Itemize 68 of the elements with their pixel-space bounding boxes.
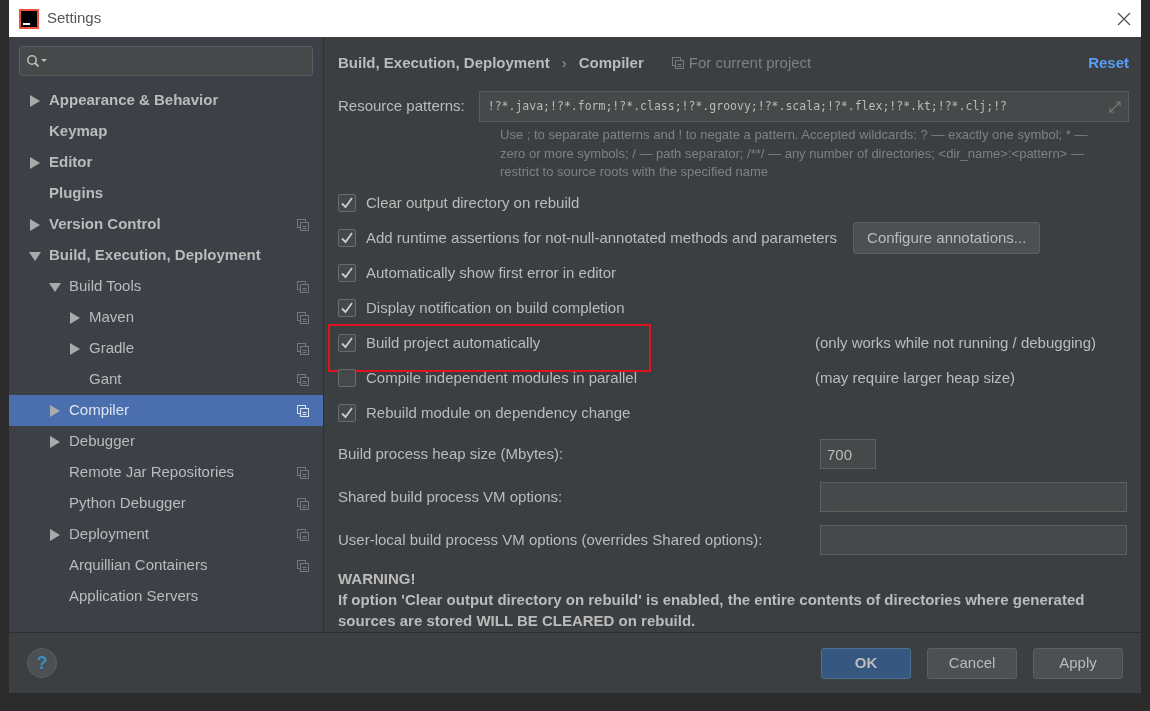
project-scope-icon <box>671 57 684 69</box>
tree-item[interactable]: Keymap <box>9 116 323 147</box>
checkbox[interactable] <box>338 299 356 317</box>
field-label: User-local build process VM options (overrides Shared options): <box>338 529 764 550</box>
tree-item[interactable]: Arquillian Containers <box>9 550 323 581</box>
tree-item[interactable]: Application Servers <box>9 581 323 612</box>
vm-options-field[interactable] <box>820 482 1127 512</box>
field-label: Shared build process VM options: <box>338 486 564 507</box>
tree-item[interactable]: Version Control <box>9 209 323 240</box>
tree-item[interactable]: Maven <box>9 302 323 333</box>
note-text: (only works while not running / debugging) <box>815 332 1096 353</box>
heap-size-field[interactable]: 700 <box>820 439 876 469</box>
tree-item[interactable]: Compiler <box>9 395 323 426</box>
expand-arrow-icon[interactable] <box>49 528 61 541</box>
scope-text: For current project <box>688 52 812 73</box>
hint-text: Use ; to separate patterns and ! to negate a pattern. Accepted wildcards: ? — exactly one symbol; * — zero or more symbols; / — path separator; /**/ — any number of directories; <dir_name>:<pattern> — restrict to source roots with the specified name <box>500 126 1089 181</box>
checkbox[interactable] <box>338 264 356 282</box>
tree-item[interactable]: Appearance & Behavior <box>9 85 323 116</box>
expand-arrow-icon[interactable] <box>49 435 61 448</box>
tree-item[interactable]: Editor <box>9 147 323 178</box>
checkbox-label: Add runtime assertions for not-null-annotated methods and parameters <box>366 227 838 248</box>
warning-title: WARNING! <box>338 568 417 589</box>
checkbox-label: Build project automatically <box>366 332 541 353</box>
breadcrumb-item: Compiler <box>578 52 644 73</box>
checkbox[interactable] <box>338 404 356 422</box>
ok-button[interactable]: OK <box>821 647 911 679</box>
vm-options-field[interactable] <box>820 525 1127 555</box>
apply-button[interactable]: Apply <box>1033 647 1123 679</box>
tree-item[interactable]: Remote Jar Repositories <box>9 457 323 488</box>
separator-icon: › <box>561 51 567 75</box>
reset-link[interactable]: Reset <box>1088 51 1129 75</box>
window-title: Settings <box>47 8 102 29</box>
checkbox-label: Compile independent modules in parallel <box>366 367 637 388</box>
tree-item[interactable]: Deployment <box>9 519 323 550</box>
checkbox-label: Automatically show first error in editor <box>366 262 617 283</box>
checkbox-label: Display notification on build completion <box>366 297 625 318</box>
checkbox-label: Rebuild module on dependency change <box>366 402 631 423</box>
checkbox[interactable] <box>338 194 356 212</box>
expand-arrow-icon[interactable] <box>29 156 41 169</box>
field-label: Build process heap size (Mbytes): <box>338 443 565 464</box>
search-icon[interactable] <box>26 54 48 68</box>
note-text: (may require larger heap size) <box>815 367 1016 388</box>
collapse-arrow-icon[interactable] <box>29 249 41 262</box>
resource-patterns-field[interactable]: !?*.java;!?*.form;!?*.class;!?*.groovy;!?*.scala;!?*.flex;!?*.kt;!?*.clj;!? <box>478 91 1129 122</box>
tree-item[interactable]: Gant <box>9 364 323 395</box>
tree-item[interactable]: Build, Execution, Deployment <box>9 240 323 271</box>
collapse-arrow-icon[interactable] <box>49 280 61 293</box>
close-icon[interactable] <box>1117 11 1131 26</box>
checkbox-label: Clear output directory on rebuild <box>366 192 580 213</box>
breadcrumb-item: Build, Execution, Deployment <box>338 52 550 73</box>
checkbox[interactable] <box>338 334 356 352</box>
cancel-button[interactable]: Cancel <box>927 647 1017 679</box>
tree-item[interactable]: Plugins <box>9 178 323 209</box>
search-field[interactable] <box>19 46 313 76</box>
tree-item[interactable]: Gradle <box>9 333 323 364</box>
warning-text: If option 'Clear output directory on rebuild' is enabled, the entire contents of directories where generated sources are stored WILL BE CLEARED on rebuild. <box>338 589 1086 631</box>
checkbox[interactable] <box>338 229 356 247</box>
app-logo-icon <box>19 8 39 29</box>
field-label: Resource patterns: <box>338 96 465 117</box>
expand-arrow-icon[interactable] <box>69 342 81 355</box>
tree-item[interactable]: Python Debugger <box>9 488 323 519</box>
tree-item[interactable]: Build Tools <box>9 271 323 302</box>
tree-item[interactable]: Debugger <box>9 426 323 457</box>
expand-arrow-icon[interactable] <box>69 311 81 324</box>
checkbox[interactable] <box>338 369 356 387</box>
expand-arrow-icon[interactable] <box>29 94 41 107</box>
configure-annotations-button[interactable]: Configure annotations... <box>853 221 1041 255</box>
expand-arrow-icon[interactable] <box>29 218 41 231</box>
